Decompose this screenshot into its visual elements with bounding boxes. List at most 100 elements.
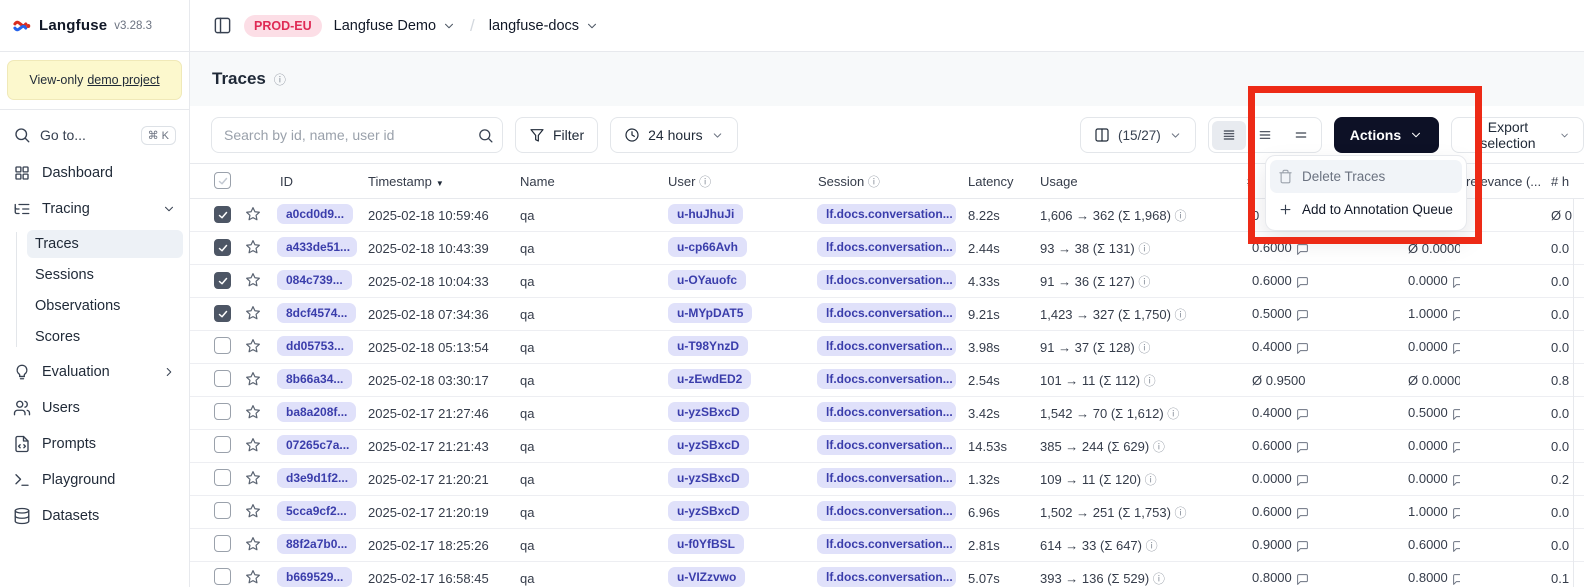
row-checkbox[interactable] [214, 535, 231, 552]
project-switcher[interactable]: langfuse-docs [489, 18, 599, 34]
row-checkbox[interactable] [214, 272, 231, 289]
table-row[interactable]: 5cca9cf2...2025-02-17 21:20:19qau-yzSBxc… [190, 496, 1584, 529]
table-row[interactable]: 8b66a34...2025-02-18 03:30:17qau-zEwdED2… [190, 364, 1584, 397]
table-row[interactable]: ba8a208f...2025-02-17 21:27:46qau-yzSBxc… [190, 397, 1584, 430]
row-checkbox[interactable] [214, 337, 231, 354]
header-relevance[interactable]: relevance (... [1460, 174, 1545, 189]
search-icon[interactable] [468, 127, 502, 144]
row-checkbox[interactable] [214, 206, 231, 223]
search-input[interactable] [212, 127, 468, 143]
session-badge[interactable]: lf.docs.conversation... [817, 336, 956, 356]
actions-button[interactable]: Actions [1334, 117, 1439, 153]
trace-id-badge[interactable]: a433de51... [277, 237, 357, 257]
trace-id-badge[interactable]: 8b66a34... [277, 369, 352, 389]
trace-id-badge[interactable]: ba8a208f... [277, 402, 356, 422]
row-checkbox[interactable] [214, 469, 231, 486]
menu-item-delete-traces[interactable]: Delete Traces [1270, 160, 1462, 193]
user-badge[interactable]: u-zEwdED2 [668, 369, 751, 389]
header-name[interactable]: Name [510, 174, 660, 189]
header-usage[interactable]: Usage [1032, 174, 1245, 189]
panel-left-icon[interactable] [213, 16, 232, 35]
goto-command[interactable]: Go to... ⌘ K [6, 120, 183, 150]
user-badge[interactable]: u-T98YnzD [668, 336, 748, 356]
table-row[interactable]: d3e9d1f2...2025-02-17 21:20:21qau-yzSBxc… [190, 463, 1584, 496]
trace-id-badge[interactable]: 07265c7a... [277, 435, 357, 455]
user-badge[interactable]: u-f0YfBSL [668, 534, 744, 554]
session-badge[interactable]: lf.docs.conversation... [817, 369, 956, 389]
user-badge[interactable]: u-yzSBxcD [668, 501, 749, 521]
row-height-small-button[interactable] [1212, 121, 1246, 150]
star-icon[interactable] [245, 437, 261, 453]
user-badge[interactable]: u-OYauofc [668, 270, 746, 290]
sidebar-item-scores[interactable]: Scores [27, 323, 183, 351]
table-row[interactable]: 88f2a7b0...2025-02-17 18:25:26qau-f0YfBS… [190, 529, 1584, 562]
header-user[interactable]: User ⓘ [660, 173, 810, 190]
org-switcher[interactable]: Langfuse Demo [334, 18, 456, 34]
session-badge[interactable]: lf.docs.conversation... [817, 204, 956, 224]
trace-id-badge[interactable]: 084c739... [277, 270, 352, 290]
trace-id-badge[interactable]: a0cd0d9... [277, 204, 353, 224]
sidebar-item-datasets[interactable]: Datasets [6, 501, 183, 531]
trace-id-badge[interactable]: 5cca9cf2... [277, 501, 356, 521]
session-badge[interactable]: lf.docs.conversation... [817, 270, 956, 290]
session-badge[interactable]: lf.docs.conversation... [817, 237, 956, 257]
user-badge[interactable]: u-VIZzvwo [668, 567, 745, 587]
row-height-medium-button[interactable] [1248, 121, 1282, 150]
user-badge[interactable]: u-yzSBxcD [668, 435, 749, 455]
star-icon[interactable] [245, 206, 261, 222]
row-checkbox[interactable] [214, 370, 231, 387]
session-badge[interactable]: lf.docs.conversation... [817, 468, 956, 488]
star-icon[interactable] [245, 305, 261, 321]
table-row[interactable]: 8dcf4574...2025-02-18 07:34:36qau-MYpDAT… [190, 298, 1584, 331]
session-badge[interactable]: lf.docs.conversation... [817, 435, 956, 455]
star-icon[interactable] [245, 338, 261, 354]
user-badge[interactable]: u-MYpDAT5 [668, 303, 752, 323]
sidebar-item-playground[interactable]: Playground [6, 465, 183, 495]
star-icon[interactable] [245, 503, 261, 519]
session-badge[interactable]: lf.docs.conversation... [817, 534, 956, 554]
export-selection-button[interactable]: Export selection [1451, 117, 1584, 153]
row-checkbox[interactable] [214, 502, 231, 519]
sidebar-item-evaluation[interactable]: Evaluation [6, 357, 183, 387]
row-checkbox[interactable] [214, 305, 231, 322]
star-icon[interactable] [245, 272, 261, 288]
star-icon[interactable] [245, 470, 261, 486]
session-badge[interactable]: lf.docs.conversation... [817, 303, 956, 323]
session-badge[interactable]: lf.docs.conversation... [817, 501, 956, 521]
sidebar-item-dashboard[interactable]: Dashboard [6, 158, 183, 188]
trace-id-badge[interactable]: dd05753... [277, 336, 353, 356]
trace-id-badge[interactable]: d3e9d1f2... [277, 468, 357, 488]
trace-id-badge[interactable]: b669529... [277, 567, 352, 587]
sidebar-item-prompts[interactable]: Prompts [6, 429, 183, 459]
column-visibility-button[interactable]: (15/27) [1080, 117, 1196, 153]
trace-id-badge[interactable]: 8dcf4574... [277, 303, 356, 323]
header-id[interactable]: ID [272, 174, 360, 189]
sidebar-item-sessions[interactable]: Sessions [27, 261, 183, 289]
table-row[interactable]: a433de51...2025-02-18 10:43:39qau-cp66Av… [190, 232, 1584, 265]
star-icon[interactable] [245, 404, 261, 420]
header-last[interactable]: # h [1545, 174, 1584, 189]
user-badge[interactable]: u-huJhuJi [668, 204, 743, 224]
star-icon[interactable] [245, 371, 261, 387]
table-row[interactable]: 084c739...2025-02-18 10:04:33qau-OYauofc… [190, 265, 1584, 298]
table-row[interactable]: dd05753...2025-02-18 05:13:54qau-T98YnzD… [190, 331, 1584, 364]
row-height-large-button[interactable] [1284, 121, 1318, 150]
header-session[interactable]: Session ⓘ [810, 173, 962, 190]
demo-project-link[interactable]: demo project [87, 73, 159, 87]
row-checkbox[interactable] [214, 568, 231, 585]
row-checkbox[interactable] [214, 436, 231, 453]
table-row[interactable]: 07265c7a...2025-02-17 21:21:43qau-yzSBxc… [190, 430, 1584, 463]
user-badge[interactable]: u-cp66Avh [668, 237, 747, 257]
session-badge[interactable]: lf.docs.conversation... [817, 567, 956, 587]
sidebar-item-users[interactable]: Users [6, 393, 183, 423]
star-icon[interactable] [245, 569, 261, 585]
trace-id-badge[interactable]: 88f2a7b0... [277, 534, 356, 554]
session-badge[interactable]: lf.docs.conversation... [817, 402, 956, 422]
menu-item-add-to-annotation-queue[interactable]: Add to Annotation Queue [1270, 193, 1462, 226]
user-badge[interactable]: u-yzSBxcD [668, 402, 749, 422]
row-checkbox[interactable] [214, 403, 231, 420]
header-timestamp[interactable]: Timestamp▼ [360, 174, 510, 189]
sidebar-item-observations[interactable]: Observations [27, 292, 183, 320]
filter-button[interactable]: Filter [515, 117, 598, 153]
star-icon[interactable] [245, 239, 261, 255]
